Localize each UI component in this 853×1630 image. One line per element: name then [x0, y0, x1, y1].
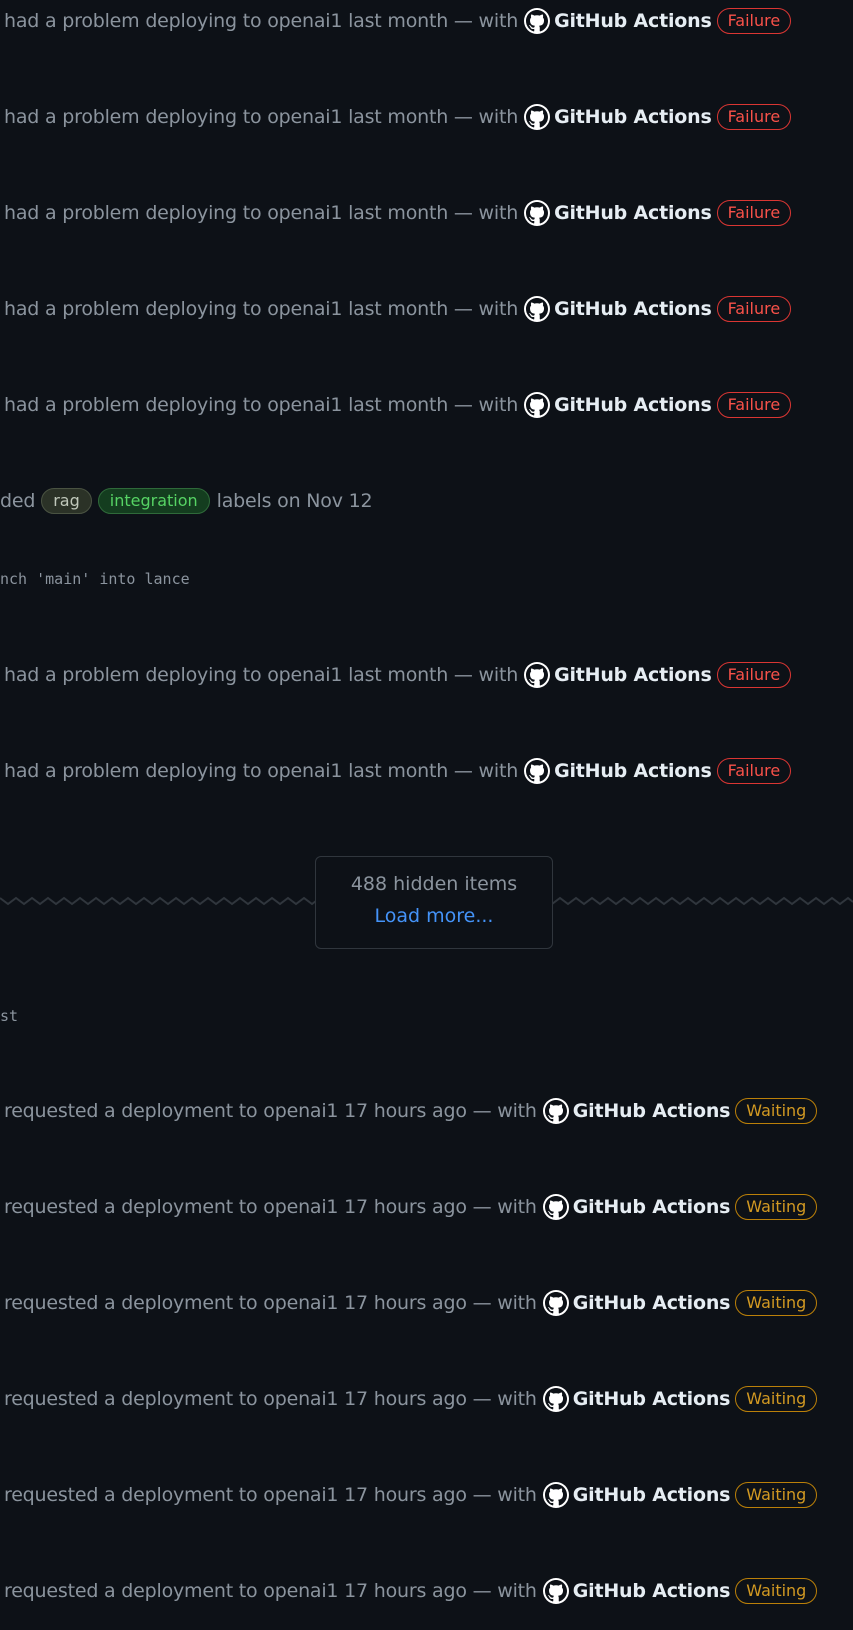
actor-link[interactable]: GitHub Actions — [573, 1388, 731, 1410]
actor-link[interactable]: GitHub Actions — [554, 10, 712, 32]
event-text: requested a deployment to openai1 17 hou… — [4, 1388, 537, 1410]
labels-event-prefix: ded — [0, 490, 36, 512]
status-badge: Waiting — [735, 1194, 818, 1220]
status-badge: Waiting — [735, 1098, 818, 1124]
github-mark-icon[interactable] — [542, 1194, 569, 1220]
status-badge: Failure — [716, 662, 792, 688]
github-mark-icon[interactable] — [542, 1578, 569, 1604]
status-badge: Failure — [716, 8, 792, 34]
github-mark-icon[interactable] — [524, 758, 551, 784]
event-text: had a problem deploying to openai1 last … — [4, 10, 519, 32]
deployment-event-row: had a problem deploying to openai1 last … — [4, 196, 792, 230]
actor-link[interactable]: GitHub Actions — [573, 1484, 731, 1506]
deployment-event-row: had a problem deploying to openai1 last … — [4, 388, 792, 422]
github-mark-icon[interactable] — [542, 1386, 569, 1412]
github-mark-icon[interactable] — [524, 662, 551, 688]
deployment-event-row: had a problem deploying to openai1 last … — [4, 4, 792, 38]
label-integration[interactable]: integration — [97, 488, 210, 514]
event-text: requested a deployment to openai1 17 hou… — [4, 1196, 537, 1218]
actor-link[interactable]: GitHub Actions — [554, 202, 712, 224]
status-badge: Failure — [716, 392, 792, 418]
github-mark-icon[interactable] — [524, 296, 551, 322]
github-mark-icon[interactable] — [524, 8, 551, 34]
github-mark-icon[interactable] — [542, 1482, 569, 1508]
github-mark-icon[interactable] — [542, 1098, 569, 1124]
event-text: had a problem deploying to openai1 last … — [4, 202, 519, 224]
deployment-event-row: requested a deployment to openai1 17 hou… — [4, 1574, 818, 1608]
hidden-items-box: 488 hidden items Load more... — [315, 856, 553, 949]
event-text: had a problem deploying to openai1 last … — [4, 664, 519, 686]
actor-link[interactable]: GitHub Actions — [554, 298, 712, 320]
deployment-event-row: had a problem deploying to openai1 last … — [4, 754, 792, 788]
label-rag[interactable]: rag — [41, 488, 92, 514]
event-text: requested a deployment to openai1 17 hou… — [4, 1580, 537, 1602]
github-mark-icon[interactable] — [524, 200, 551, 226]
actor-link[interactable]: GitHub Actions — [554, 664, 712, 686]
event-text: had a problem deploying to openai1 last … — [4, 106, 519, 128]
actor-link[interactable]: GitHub Actions — [573, 1580, 731, 1602]
status-badge: Waiting — [735, 1482, 818, 1508]
status-badge: Waiting — [735, 1386, 818, 1412]
deployment-event-row: requested a deployment to openai1 17 hou… — [4, 1478, 818, 1512]
actor-link[interactable]: GitHub Actions — [554, 394, 712, 416]
event-text: had a problem deploying to openai1 last … — [4, 760, 519, 782]
actor-link[interactable]: GitHub Actions — [554, 760, 712, 782]
actor-link[interactable]: GitHub Actions — [573, 1292, 731, 1314]
deployment-event-row: had a problem deploying to openai1 last … — [4, 100, 792, 134]
commit-message[interactable]: nch 'main' into lance — [0, 570, 190, 588]
labels-event-suffix: labels on Nov 12 — [216, 490, 373, 512]
status-badge: Waiting — [735, 1578, 818, 1604]
event-text: requested a deployment to openai1 17 hou… — [4, 1100, 537, 1122]
deployment-event-row: requested a deployment to openai1 17 hou… — [4, 1382, 818, 1416]
status-badge: Failure — [716, 104, 792, 130]
status-badge: Failure — [716, 200, 792, 226]
hidden-items-count: 488 hidden items — [350, 873, 518, 895]
event-text: had a problem deploying to openai1 last … — [4, 298, 519, 320]
status-badge: Waiting — [735, 1290, 818, 1316]
status-badge: Failure — [716, 758, 792, 784]
event-text: had a problem deploying to openai1 last … — [4, 394, 519, 416]
actor-link[interactable]: GitHub Actions — [554, 106, 712, 128]
github-mark-icon[interactable] — [524, 104, 551, 130]
commit-message-fragment[interactable]: st — [0, 1007, 18, 1025]
event-text: requested a deployment to openai1 17 hou… — [4, 1292, 537, 1314]
labels-event-row: ded rag integration labels on Nov 12 — [0, 484, 373, 518]
status-badge: Failure — [716, 296, 792, 322]
deployment-event-row: requested a deployment to openai1 17 hou… — [4, 1286, 818, 1320]
github-mark-icon[interactable] — [542, 1290, 569, 1316]
deployment-event-row: had a problem deploying to openai1 last … — [4, 292, 792, 326]
event-text: requested a deployment to openai1 17 hou… — [4, 1484, 537, 1506]
deployment-event-row: had a problem deploying to openai1 last … — [4, 658, 792, 692]
deployment-event-row: requested a deployment to openai1 17 hou… — [4, 1190, 818, 1224]
deployment-event-row: requested a deployment to openai1 17 hou… — [4, 1094, 818, 1128]
actor-link[interactable]: GitHub Actions — [573, 1196, 731, 1218]
load-more-button[interactable]: Load more... — [316, 905, 552, 927]
github-mark-icon[interactable] — [524, 392, 551, 418]
actor-link[interactable]: GitHub Actions — [573, 1100, 731, 1122]
